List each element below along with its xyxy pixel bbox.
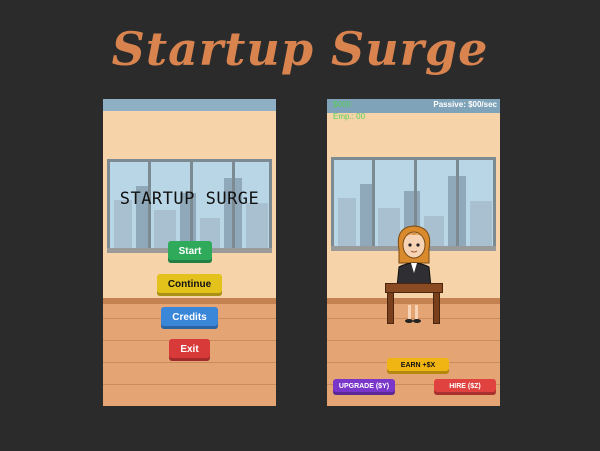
baseboard bbox=[103, 298, 276, 304]
employee-count: Emp.: 00 bbox=[333, 112, 366, 121]
top-strip bbox=[103, 99, 276, 111]
money-counter: $000 bbox=[333, 100, 351, 109]
credits-button[interactable]: Credits bbox=[161, 307, 218, 329]
game-title: STARTUP SURGE bbox=[119, 189, 260, 209]
hire-button[interactable]: HIRE ($Z) bbox=[434, 379, 496, 395]
desk-leg bbox=[433, 292, 440, 324]
start-button[interactable]: Start bbox=[168, 241, 212, 263]
game-screen: $000 Passive: $00/sec Emp.: 00 EARN +$X … bbox=[327, 99, 500, 406]
passive-income: Passive: $00/sec bbox=[433, 100, 497, 109]
continue-button[interactable]: Continue bbox=[157, 274, 222, 296]
page-title: Startup Surge bbox=[111, 22, 489, 76]
earn-button[interactable]: EARN +$X bbox=[387, 358, 449, 374]
menu-screen: STARTUP SURGE Start Continue Credits Exi… bbox=[103, 99, 276, 406]
desk-leg bbox=[387, 292, 394, 324]
exit-button[interactable]: Exit bbox=[169, 339, 210, 361]
businesswoman-character[interactable] bbox=[389, 223, 439, 287]
upgrade-button[interactable]: UPGRADE ($Y) bbox=[333, 379, 395, 395]
character-legs bbox=[405, 305, 421, 323]
baseboard bbox=[327, 298, 500, 304]
